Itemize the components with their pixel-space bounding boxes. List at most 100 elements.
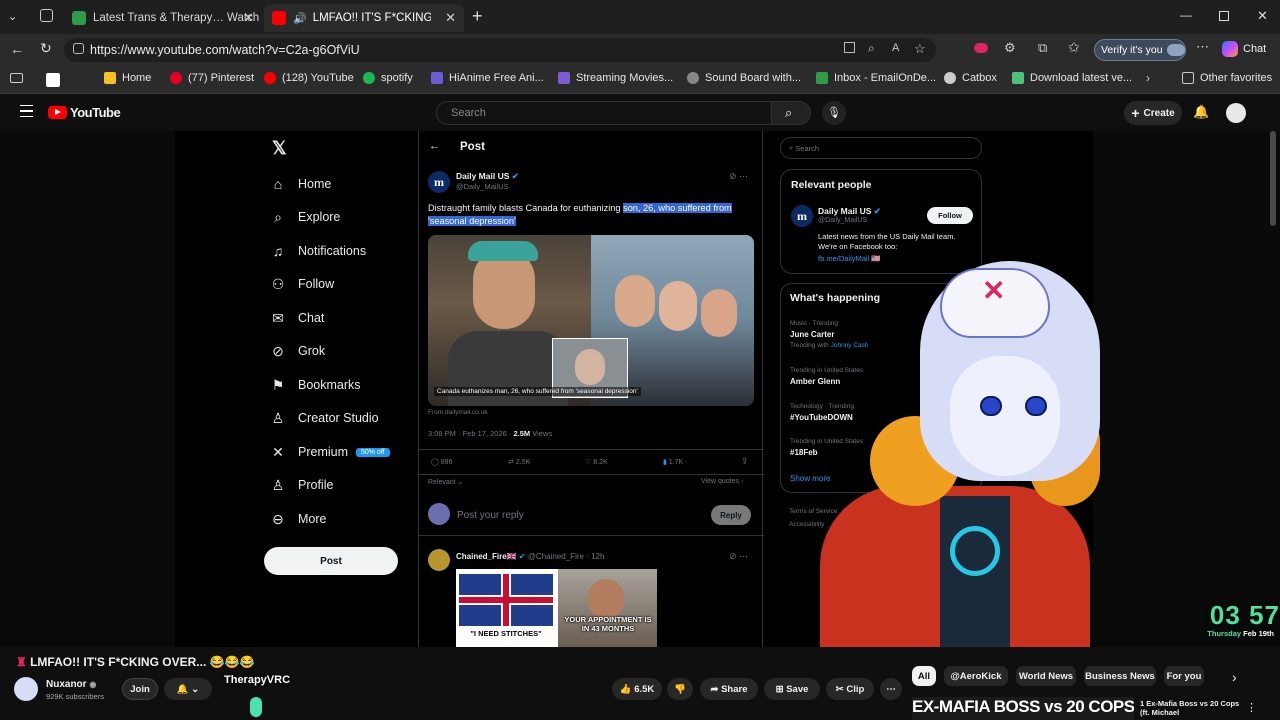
microphone-icon[interactable]: 🎙 bbox=[822, 101, 846, 125]
bookmark-item[interactable]: spotify bbox=[363, 72, 413, 84]
nav-label: Chat bbox=[298, 311, 325, 325]
author-name: Daily Mail US ✔ bbox=[456, 171, 519, 182]
video-player[interactable]: 𝕏 ⌂ Home ⌕ Explore ♫ Notifications ⚇ Follow … bbox=[0, 131, 1280, 647]
tab-actions-icon[interactable]: ⌄ bbox=[8, 10, 24, 24]
join-button[interactable]: Join bbox=[122, 678, 158, 700]
close-tab-icon[interactable]: ✕ bbox=[445, 10, 456, 26]
bookmark-item[interactable]: Inbox - EmailOnDe... bbox=[816, 72, 936, 84]
x-post-feed: ← Post m Daily Mail US ✔ @Daily_MailUS ⊘… bbox=[418, 131, 764, 647]
bookmark-label: Inbox - EmailOnDe... bbox=[834, 72, 937, 84]
bookmark-item[interactable]: (77) Pinterest bbox=[170, 72, 254, 84]
minimize-icon[interactable]: — bbox=[1180, 8, 1192, 22]
reply-button: Reply bbox=[711, 505, 751, 525]
save-button[interactable]: ⊞ Save bbox=[764, 678, 820, 700]
favorite-star-icon[interactable]: ☆ bbox=[914, 41, 926, 57]
app-available-icon[interactable] bbox=[844, 42, 855, 53]
youtube-wordmark: YouTube bbox=[70, 105, 121, 120]
sidebar-icon[interactable]: ⧉ bbox=[1038, 40, 1047, 56]
thumbnail-text: EX-MAFIA BOSS vs 20 COPS bbox=[912, 697, 1134, 716]
site-info-icon[interactable] bbox=[73, 43, 84, 54]
new-tab-icon[interactable]: + bbox=[472, 6, 483, 27]
notifications-bell-icon[interactable]: 🔔 bbox=[1193, 104, 1209, 120]
bookmark-blank[interactable] bbox=[46, 73, 60, 87]
like-button[interactable]: 👍 6.5K bbox=[612, 678, 662, 700]
other-favorites[interactable]: Other favorites bbox=[1182, 72, 1272, 84]
youtube-logo[interactable]: YouTube bbox=[48, 105, 121, 120]
copilot-chat-button[interactable]: Chat bbox=[1222, 41, 1266, 57]
maximize-icon[interactable] bbox=[1219, 11, 1229, 21]
browser-toolbar: ← ↻ https://www.youtube.com/watch?v=C2a-… bbox=[0, 34, 1280, 66]
address-bar[interactable]: https://www.youtube.com/watch?v=C2a-g6Of… bbox=[64, 38, 936, 62]
chip-for-you[interactable]: For you bbox=[1164, 666, 1204, 686]
bookmark-label: Download latest ve... bbox=[1030, 72, 1133, 84]
chevron-right-icon[interactable]: › bbox=[1146, 71, 1150, 85]
bookmark-item[interactable]: Catbox bbox=[944, 72, 997, 84]
nav-label: More bbox=[298, 512, 327, 526]
account-avatar[interactable] bbox=[1226, 103, 1246, 123]
chip-world-news[interactable]: World News bbox=[1016, 666, 1076, 686]
verify-button[interactable]: Verify it's you bbox=[1094, 39, 1186, 61]
browser-tab-inactive[interactable]: Latest Trans & Therapy… Watch Live - ✕ bbox=[62, 4, 262, 32]
hianime-icon bbox=[431, 72, 443, 84]
bookmark-item[interactable]: (128) YouTube bbox=[264, 72, 354, 84]
recommended-thumbnail[interactable]: EX-MAFIA BOSS vs 20 COPS bbox=[912, 697, 1134, 720]
more-actions-button[interactable]: ⋯ bbox=[880, 678, 902, 700]
video-scrollbar[interactable] bbox=[1270, 131, 1276, 226]
chips-next-icon[interactable]: › bbox=[1232, 669, 1237, 685]
more-icon[interactable]: ⋯ bbox=[1196, 39, 1209, 55]
save-icon: ⊞ bbox=[775, 683, 787, 695]
close-tab-icon[interactable]: ✕ bbox=[243, 10, 254, 26]
channel-name[interactable]: Nuxanor ◉ bbox=[46, 679, 96, 690]
bookmark-item[interactable]: Sound Board with... bbox=[687, 72, 801, 84]
share-button[interactable]: ➦ Share bbox=[700, 678, 758, 700]
chip-all[interactable]: All bbox=[912, 666, 936, 686]
bookmark-item[interactable]: Download latest ve... bbox=[1012, 72, 1132, 84]
post-text: Distraught family blasts Canada for euth… bbox=[428, 202, 758, 228]
close-window-icon[interactable]: ✕ bbox=[1257, 8, 1268, 24]
link-source: From dailymail.co.uk bbox=[428, 409, 488, 416]
speaker-icon[interactable]: 🔊 bbox=[293, 12, 307, 25]
nav-label: Notifications bbox=[298, 244, 367, 258]
reply-input: Post your reply bbox=[457, 510, 524, 521]
soundboard-icon bbox=[687, 72, 699, 84]
back-icon[interactable]: ← bbox=[10, 41, 24, 57]
refresh-icon[interactable]: ↻ bbox=[40, 40, 52, 57]
read-aloud-icon[interactable]: A bbox=[892, 42, 899, 54]
favorites-icon[interactable]: ✩ bbox=[1068, 39, 1080, 56]
x-nav-home: ⌂ Home bbox=[270, 176, 332, 192]
extension-record-icon[interactable] bbox=[974, 43, 988, 53]
meme-right-text: YOUR APPOINTMENT IS IN 43 MONTHS bbox=[564, 615, 652, 633]
verified-badge-icon: ✔ bbox=[511, 171, 519, 181]
overlay-username: TherapyVRC bbox=[224, 674, 290, 686]
chip-business-news[interactable]: Business News bbox=[1084, 666, 1156, 686]
youtube-search-input[interactable]: Search bbox=[436, 101, 772, 125]
recommended-more-icon[interactable]: ⋮ bbox=[1246, 701, 1257, 714]
stream-clock: 03 57 Thursday Feb 19th bbox=[1188, 601, 1280, 647]
dislike-button[interactable]: 👎 bbox=[667, 678, 693, 700]
channel-avatar[interactable] bbox=[14, 677, 38, 701]
bookmark-item[interactable]: Streaming Movies... bbox=[558, 72, 673, 84]
bookmark-menu-icon[interactable] bbox=[10, 73, 23, 83]
workspaces-icon[interactable] bbox=[40, 9, 53, 22]
clip-label: Clip bbox=[846, 683, 865, 695]
subscribed-bell-button[interactable]: 🔔 ⌄ bbox=[164, 678, 212, 700]
chip-label: Business News bbox=[1085, 670, 1155, 682]
browser-tab-active[interactable]: 🔊 LMFAO!! IT'S F*CKING OV ✕ bbox=[264, 4, 464, 32]
youtube-search-button[interactable]: ⌕ bbox=[771, 101, 811, 125]
reply-meme-image: "I NEED STITCHES" YOUR APPOINTMENT IS IN… bbox=[456, 569, 657, 647]
extensions-icon[interactable]: ⚙ bbox=[1004, 40, 1016, 56]
bookmark-item[interactable]: HiAnime Free Ani... bbox=[431, 72, 544, 84]
like-count: 6.5K bbox=[634, 683, 655, 695]
chip-aerokick[interactable]: @AeroKick bbox=[944, 666, 1008, 686]
bell-icon: 🔔 ⌄ bbox=[176, 683, 200, 695]
zoom-icon[interactable]: ⌕ bbox=[868, 41, 875, 56]
recommended-title[interactable]: 1 Ex-Mafia Boss vs 20 Cops (ft. Michael bbox=[1140, 699, 1240, 717]
reply-stat: ◯ 896 bbox=[431, 458, 452, 466]
hamburger-menu-icon[interactable] bbox=[20, 105, 33, 117]
x-nav-explore: ⌕ Explore bbox=[270, 209, 340, 225]
clip-button[interactable]: ✂ Clip bbox=[826, 678, 874, 700]
create-button[interactable]: + Create bbox=[1124, 101, 1182, 125]
views-count: 2.5M bbox=[513, 429, 531, 438]
url-text: https://www.youtube.com/watch?v=C2a-g6Of… bbox=[90, 43, 360, 57]
bookmark-item[interactable]: Home bbox=[104, 72, 151, 84]
